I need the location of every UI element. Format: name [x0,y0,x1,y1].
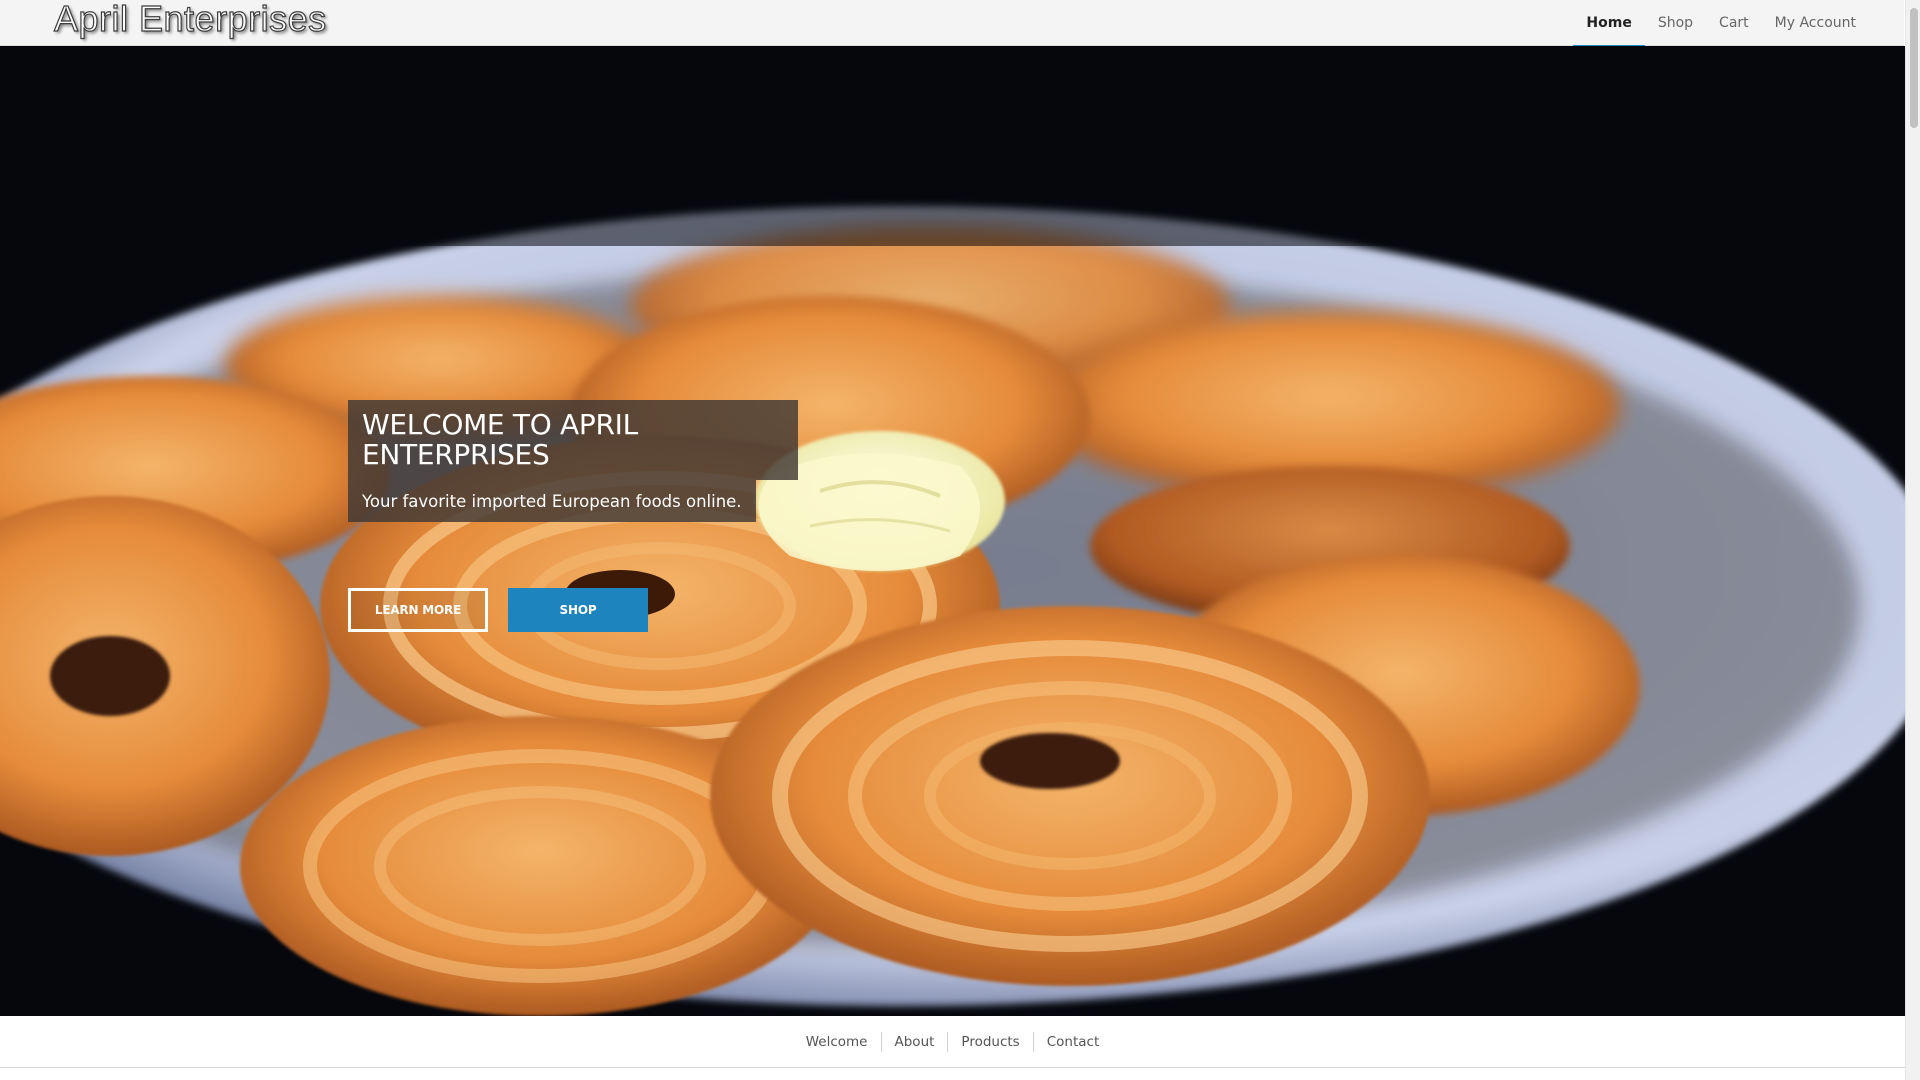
section-nav-welcome[interactable]: Welcome [793,1032,881,1052]
section-nav: Welcome About Products Contact [0,1016,1905,1068]
section-nav-products[interactable]: Products [947,1031,1032,1052]
site-header: April Enterprises Home Shop Cart My Acco… [0,0,1904,47]
hero-title: WELCOME TO APRIL ENTERPRISES [362,408,638,471]
page: April Enterprises Home Shop Cart My Acco… [0,0,1920,1080]
main-nav: Home Shop Cart My Account [1573,0,1869,47]
vertical-scrollbar[interactable] [1905,0,1920,1080]
site-logo[interactable]: April Enterprises [53,0,326,40]
nav-item-home[interactable]: Home [1573,0,1646,47]
hero-section: WELCOME TO APRIL ENTERPRISES Your favori… [0,46,1905,1016]
hero-cookies-image [0,46,1905,1016]
learn-more-button[interactable]: LEARN MORE [348,588,488,632]
hero-title-box: WELCOME TO APRIL ENTERPRISES [348,400,798,480]
section-nav-contact[interactable]: Contact [1032,1031,1113,1052]
nav-item-my-account[interactable]: My Account [1762,0,1869,46]
section-nav-about[interactable]: About [880,1031,948,1052]
hero-subtitle: Your favorite imported European foods on… [362,491,742,511]
hero-subtitle-box: Your favorite imported European foods on… [348,480,756,522]
scrollbar-thumb[interactable] [1910,8,1918,128]
shop-button[interactable]: SHOP [508,588,648,632]
nav-item-cart[interactable]: Cart [1706,0,1762,46]
nav-item-shop[interactable]: Shop [1645,0,1706,46]
